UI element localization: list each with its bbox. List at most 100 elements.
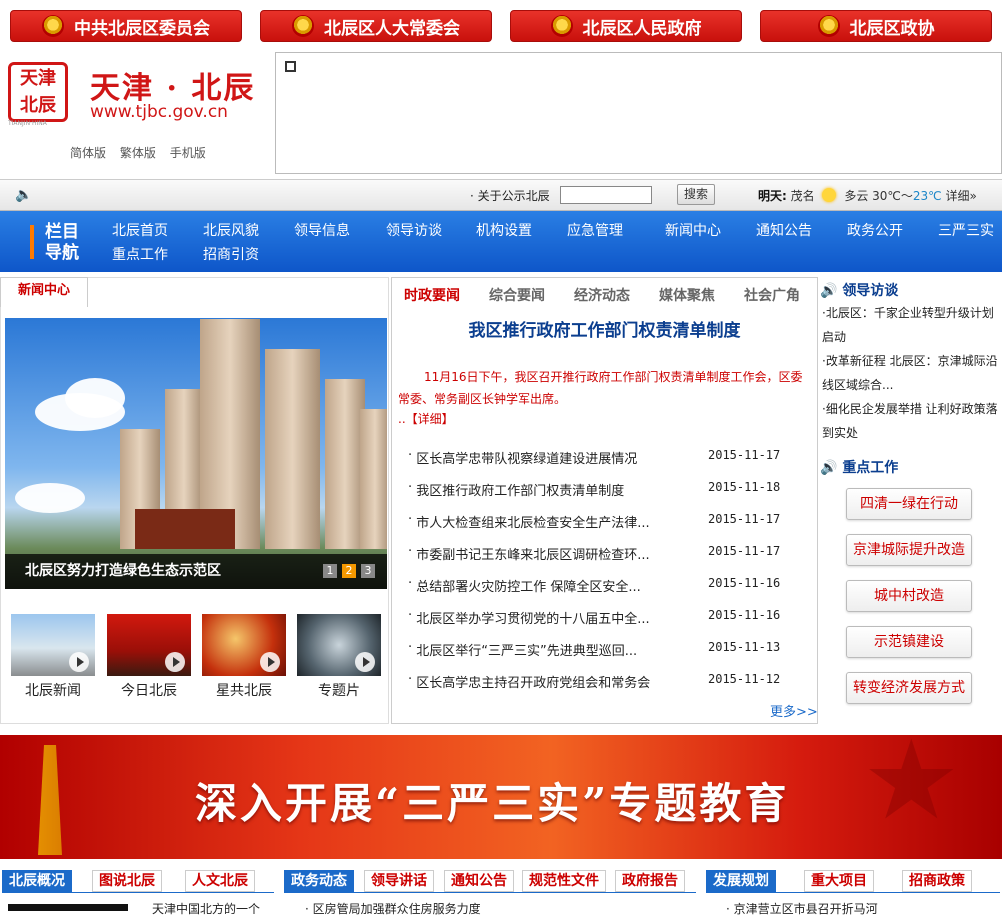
nav-item[interactable]: 领导访谈 bbox=[386, 220, 442, 240]
news-list-item[interactable]: · 北辰区举行“三严三实”先进典型巡回... 2015-11-13 bbox=[408, 640, 808, 659]
key-work-button[interactable]: 京津城际提升改造 bbox=[846, 534, 972, 566]
news-title[interactable]: 区长高学忠主持召开政府党组会和常务会 bbox=[416, 672, 706, 691]
pavilion bbox=[135, 509, 235, 549]
news-list-item[interactable]: · 北辰区举办学习贯彻党的十八届五中全... 2015-11-16 bbox=[408, 608, 808, 627]
weather-widget: 明天: 茂名 多云 30℃～23℃ 详细» bbox=[758, 187, 977, 204]
news-title[interactable]: 市委副书记王东峰来北辰区调研检查环... bbox=[416, 544, 706, 563]
campaign-banner-text: 深入开展“三严三实”专题教育 bbox=[195, 779, 790, 828]
tab-media[interactable]: 媒体聚焦 bbox=[659, 285, 715, 305]
top-link-npc[interactable]: 北辰区人大常委会 bbox=[260, 10, 492, 42]
news-title[interactable]: 区长高学忠带队视察绿道建设进展情况 bbox=[416, 448, 706, 467]
news-date: 2015-11-17 bbox=[708, 544, 781, 558]
tab-general[interactable]: 综合要闻 bbox=[489, 285, 545, 305]
news-title[interactable]: 我区推行政府工作部门权责清单制度 bbox=[416, 480, 706, 499]
top-link-label: 北辰区政协 bbox=[849, 18, 935, 39]
thumb-beichen-news[interactable] bbox=[11, 614, 95, 676]
tab-politics[interactable]: 时政要闻 bbox=[404, 285, 460, 305]
news-list-item[interactable]: · 市人大检查组来北辰检查安全生产法律... 2015-11-17 bbox=[408, 512, 808, 531]
top-link-government[interactable]: 北辰区人民政府 bbox=[510, 10, 742, 42]
top-link-cppcc[interactable]: 北辰区政协 bbox=[760, 10, 992, 42]
key-work-button[interactable]: 示范镇建设 bbox=[846, 626, 972, 658]
news-title[interactable]: 北辰区举行“三严三实”先进典型巡回... bbox=[416, 640, 706, 659]
list-item[interactable]: ·北辰区：千家企业转型升级计划启动 bbox=[822, 301, 1000, 349]
thumb-label[interactable]: 今日北辰 bbox=[107, 680, 191, 700]
nav-item[interactable]: 领导信息 bbox=[294, 220, 350, 240]
news-date: 2015-11-18 bbox=[708, 480, 781, 494]
news-title[interactable]: 北辰区举办学习贯彻党的十八届五中全... bbox=[416, 608, 706, 627]
cloud bbox=[15, 483, 85, 513]
slide-page-1[interactable]: 1 bbox=[323, 564, 337, 578]
mobile-link[interactable]: 手机版 bbox=[170, 146, 206, 160]
tab-notices[interactable]: 通知公告 bbox=[444, 870, 514, 892]
thumb-today-beichen[interactable] bbox=[107, 614, 191, 676]
gov-news-snippet[interactable]: · 区房管局加强群众住房服务力度 bbox=[305, 900, 481, 917]
nav-item[interactable]: 北辰风貌 bbox=[203, 220, 259, 240]
party-emblem-icon bbox=[42, 15, 64, 37]
tab-projects[interactable]: 重大项目 bbox=[804, 870, 874, 892]
news-slideshow-photo[interactable] bbox=[5, 318, 387, 589]
overview-snippet[interactable]: 天津中国北方的一个 bbox=[152, 900, 260, 917]
building bbox=[325, 379, 365, 549]
thumb-label[interactable]: 专题片 bbox=[297, 680, 381, 700]
headline-title[interactable]: 我区推行政府工作部门权责清单制度 bbox=[391, 316, 818, 341]
nav-item[interactable]: 通知公告 bbox=[756, 220, 812, 240]
nav-item[interactable]: 北辰首页 bbox=[112, 220, 168, 240]
weather-detail-link[interactable]: 详细» bbox=[945, 189, 976, 203]
nav-item[interactable]: 应急管理 bbox=[567, 220, 623, 240]
top-link-party[interactable]: 中共北辰区委员会 bbox=[10, 10, 242, 42]
bullet: · bbox=[408, 512, 417, 527]
weather-high: 30℃～ bbox=[872, 189, 913, 203]
tab-planning[interactable]: 发展规划 bbox=[706, 870, 776, 892]
tab-investment[interactable]: 招商政策 bbox=[902, 870, 972, 892]
nav-item[interactable]: 招商引资 bbox=[203, 244, 259, 264]
simplified-link[interactable]: 简体版 bbox=[70, 146, 106, 160]
weather-condition: 多云 bbox=[844, 189, 869, 203]
search-button[interactable]: 搜索 bbox=[677, 184, 715, 205]
nav-item[interactable]: 新闻中心 bbox=[665, 220, 721, 240]
key-work-button[interactable]: 城中村改造 bbox=[846, 580, 972, 612]
thumb-label[interactable]: 星共北辰 bbox=[202, 680, 286, 700]
bullet: · bbox=[408, 544, 417, 559]
nav-item[interactable]: 机构设置 bbox=[476, 220, 532, 240]
list-item[interactable]: ·改革新征程 北辰区：京津城际沿线区域综合... bbox=[822, 349, 1000, 397]
tab-regulations[interactable]: 规范性文件 bbox=[522, 870, 606, 892]
news-list-item[interactable]: · 区长高学忠主持召开政府党组会和常务会 2015-11-12 bbox=[408, 672, 808, 691]
site-seal-logo: 天津 北辰 bbox=[8, 62, 68, 122]
planning-snippet[interactable]: · 京津营立区市县召开折马河 bbox=[726, 900, 878, 917]
tab-speeches[interactable]: 领导讲话 bbox=[364, 870, 434, 892]
nav-item[interactable]: 政务公开 bbox=[847, 220, 903, 240]
thumb-documentary[interactable] bbox=[297, 614, 381, 676]
nav-item[interactable]: 三严三实 bbox=[938, 220, 994, 240]
news-title[interactable]: 市人大检查组来北辰检查安全生产法律... bbox=[416, 512, 706, 531]
news-title[interactable]: 总结部署火灾防控工作 保障全区安全... bbox=[416, 576, 706, 595]
tab-gov-news[interactable]: 政务动态 bbox=[284, 870, 354, 892]
thumb-star-beichen[interactable] bbox=[202, 614, 286, 676]
search-input[interactable] bbox=[560, 186, 652, 204]
speaker-icon[interactable]: 🔈 bbox=[15, 187, 32, 203]
list-item[interactable]: ·细化民企发展举措 让利好政策落到实处 bbox=[822, 397, 1000, 445]
top-link-label: 北辰区人大常委会 bbox=[324, 18, 460, 39]
tab-economy[interactable]: 经济动态 bbox=[574, 285, 630, 305]
tab-culture-beichen[interactable]: 人文北辰 bbox=[185, 870, 255, 892]
news-list-item[interactable]: · 市委副书记王东峰来北辰区调研检查环... 2015-11-17 bbox=[408, 544, 808, 563]
more-link[interactable]: 更多>> bbox=[770, 701, 818, 720]
bullet: · bbox=[408, 448, 417, 463]
speaker-icon: 🔊 bbox=[820, 283, 838, 299]
news-list-item[interactable]: · 我区推行政府工作部门权责清单制度 2015-11-18 bbox=[408, 480, 808, 499]
key-work-button[interactable]: 转变经济发展方式 bbox=[846, 672, 972, 704]
news-list-item[interactable]: · 区长高学忠带队视察绿道建设进展情况 2015-11-17 bbox=[408, 448, 808, 467]
nav-item[interactable]: 重点工作 bbox=[112, 244, 168, 264]
tab-news-center[interactable]: 新闻中心 bbox=[0, 277, 88, 307]
traditional-link[interactable]: 繁体版 bbox=[120, 146, 156, 160]
tab-society[interactable]: 社会广角 bbox=[744, 285, 800, 305]
key-work-button[interactable]: 四清一绿在行动 bbox=[846, 488, 972, 520]
thumb-label[interactable]: 北辰新闻 bbox=[11, 680, 95, 700]
tab-photo-beichen[interactable]: 图说北辰 bbox=[92, 870, 162, 892]
tab-reports[interactable]: 政府报告 bbox=[615, 870, 685, 892]
news-list-item[interactable]: · 总结部署火灾防控工作 保障全区安全... 2015-11-16 bbox=[408, 576, 808, 595]
detail-link[interactable]: ..【详细】 bbox=[398, 410, 454, 427]
tab-overview[interactable]: 北辰概况 bbox=[2, 870, 72, 892]
slide-page-3[interactable]: 3 bbox=[361, 564, 375, 578]
slide-page-2[interactable]: 2 bbox=[342, 564, 356, 578]
notice-ticker[interactable]: · 关于公示北辰 bbox=[470, 187, 550, 204]
